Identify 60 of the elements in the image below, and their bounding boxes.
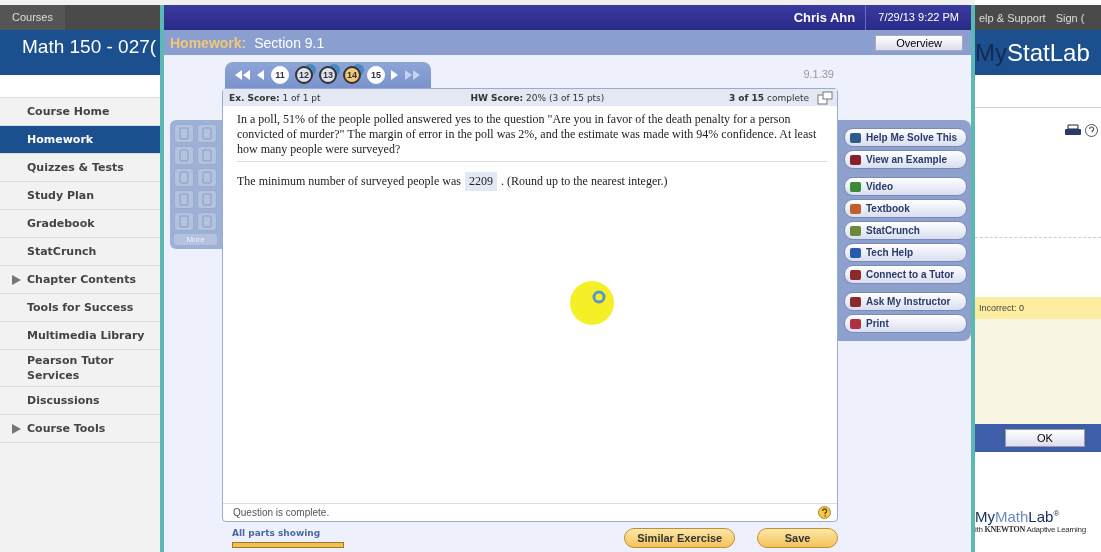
math-tool-icon[interactable]: [174, 190, 194, 209]
courses-tab[interactable]: Courses: [0, 5, 65, 30]
course-title: Math 150 - 027(: [21, 35, 157, 58]
parts-label: All parts showing: [232, 528, 322, 538]
help-button[interactable]: Textbook: [844, 199, 967, 218]
math-tool-icon[interactable]: [197, 124, 217, 143]
next-question-icon[interactable]: [391, 70, 399, 80]
math-tool-icon[interactable]: [174, 124, 194, 143]
question-number[interactable]: 14: [343, 66, 361, 84]
help-button[interactable]: Tech Help: [844, 243, 967, 262]
math-tool-icon[interactable]: [174, 146, 194, 165]
first-question-icon[interactable]: [235, 70, 251, 80]
expand-arrow-icon: [12, 274, 21, 285]
cursor-highlight: [569, 280, 615, 326]
logo-tagline: ith KNEWTON Adaptive Learning: [975, 525, 1087, 534]
completion-count: 3 of 15 complete: [728, 92, 809, 103]
incorrect-count: Incorrect: 0: [979, 303, 1025, 313]
site-logo: MyStatLab: [975, 38, 1090, 67]
math-tool-icon[interactable]: [197, 212, 217, 231]
answer-hint: . (Round up to the nearest integer.): [500, 174, 668, 189]
popout-icon[interactable]: [817, 90, 833, 105]
product-logo: MyMathLab$^{®}$: [975, 508, 1061, 525]
previous-question-icon[interactable]: [257, 70, 265, 80]
window-title: Section 9.1: [254, 34, 325, 51]
homework-label: Homework:: [170, 34, 247, 51]
question-number[interactable]: 13: [319, 66, 337, 84]
help-support-link[interactable]: elp & Support: [979, 11, 1046, 24]
similar-exercise-button[interactable]: Similar Exercise: [624, 528, 736, 548]
help-button[interactable]: Help Me Solve This: [844, 128, 967, 147]
help-button[interactable]: View an Example: [844, 150, 967, 169]
math-tool-icon[interactable]: [174, 168, 194, 187]
answer-field[interactable]: 2209: [464, 172, 497, 191]
ok-button[interactable]: OK: [1005, 429, 1085, 447]
help-button[interactable]: Video: [844, 177, 967, 196]
math-tool-icon[interactable]: [174, 212, 194, 231]
user-name: Chris Ahn: [793, 10, 857, 25]
math-tool-icon[interactable]: [197, 146, 217, 165]
help-icon[interactable]: [818, 506, 831, 519]
question-number[interactable]: 15: [367, 66, 385, 84]
help-icon[interactable]: [1085, 124, 1098, 137]
question-id: 9.1.39: [803, 68, 835, 82]
math-tool-icon[interactable]: [197, 190, 217, 209]
exercise-score: Ex. Score: 1 of 1 pt: [229, 92, 321, 103]
homework-score: HW Score: 20% (3 of 15 pts): [470, 92, 605, 103]
expand-arrow-icon: [12, 423, 21, 434]
question-number[interactable]: 11: [271, 66, 289, 84]
math-tool-icon[interactable]: [197, 168, 217, 187]
sign-out-link[interactable]: Sign (: [1055, 11, 1085, 24]
question-status: Question is complete.: [233, 507, 330, 518]
help-button[interactable]: Connect to a Tutor: [844, 265, 967, 284]
help-button[interactable]: Ask My Instructor: [844, 292, 967, 311]
last-question-icon[interactable]: [405, 70, 421, 80]
help-button[interactable]: StatCrunch: [844, 221, 967, 240]
question-number[interactable]: 12: [295, 66, 313, 84]
answer-prompt: The minimum number of surveyed people was: [237, 174, 461, 189]
help-button[interactable]: Print: [844, 314, 967, 333]
save-button[interactable]: Save: [757, 528, 838, 548]
question-text: In a poll, 51% of the people polled answered yes to the question "Are you in favor of the death penalty for a person convicted of murder?" The margin of error in the poll was 2%, and the estimate was made with 94% confidence. At least how many people were surveyed?: [237, 112, 818, 157]
overview-button[interactable]: Overview: [875, 34, 963, 51]
sidebar-item[interactable]: Homework: [0, 126, 160, 154]
